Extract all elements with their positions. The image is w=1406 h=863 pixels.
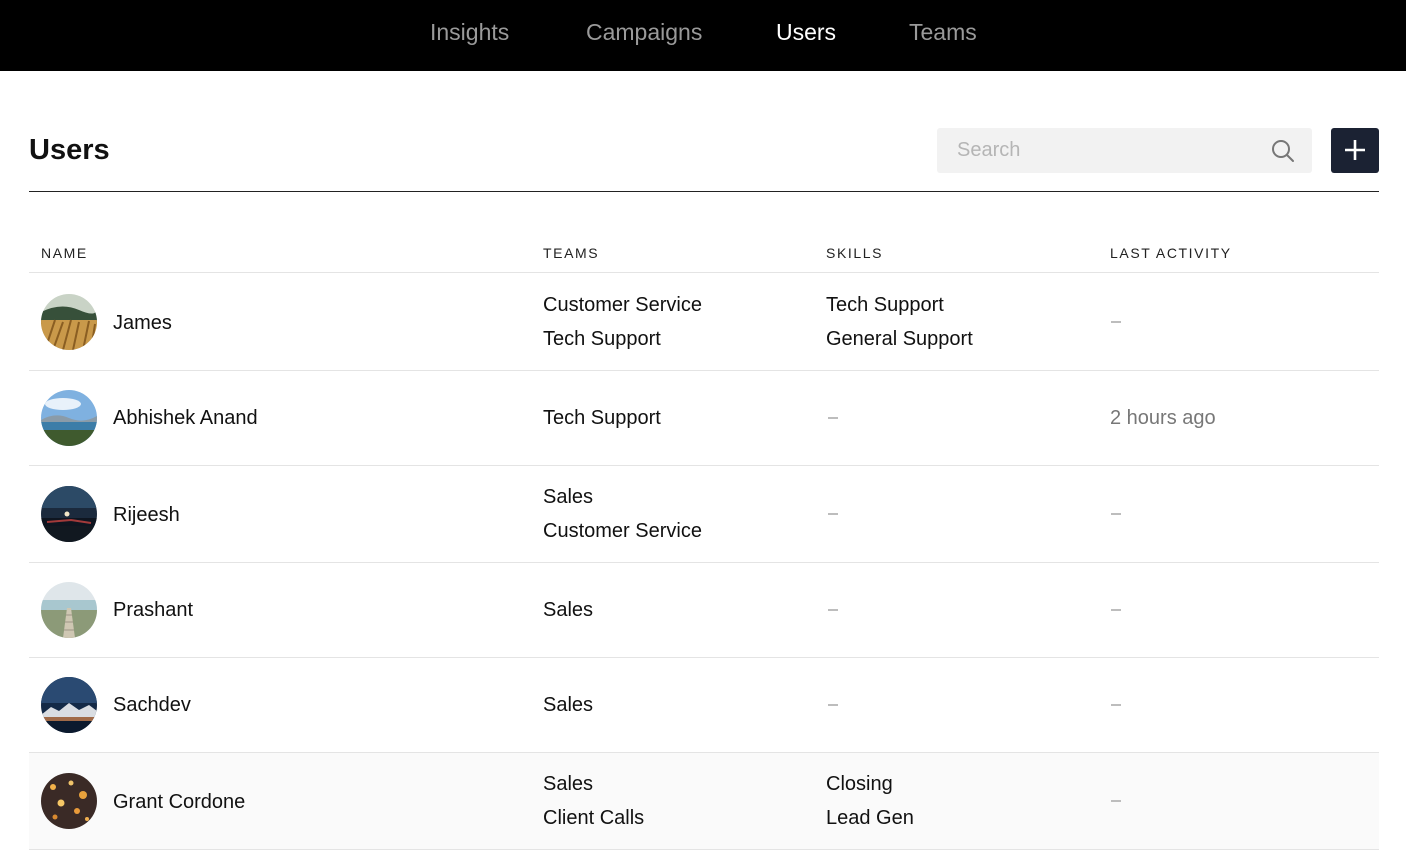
- page-title: Users: [29, 134, 110, 166]
- column-header-skills: SKILLS: [826, 245, 884, 261]
- team-tag: Sales: [543, 694, 594, 716]
- avatar: [41, 294, 97, 350]
- team-tag: Sales: [543, 486, 594, 508]
- skill-tag: Lead Gen: [826, 807, 914, 829]
- column-header-name: NAME: [41, 245, 88, 261]
- team-tag: Customer Service: [543, 294, 702, 316]
- nav-teams[interactable]: Teams: [909, 0, 977, 71]
- table-row[interactable]: Rijeesh Sales Customer Service: [29, 466, 1379, 563]
- empty-activity-dash: [1111, 609, 1121, 611]
- table-row[interactable]: Grant Cordone Sales Client Calls Closing…: [29, 753, 1379, 850]
- team-tag: Customer Service: [543, 520, 702, 542]
- add-user-button[interactable]: [1331, 128, 1379, 173]
- empty-skills-dash: [828, 609, 838, 611]
- user-name: Prashant: [113, 599, 194, 621]
- empty-activity-dash: [1111, 321, 1121, 323]
- avatar: [41, 486, 97, 542]
- user-name: Abhishek Anand: [113, 407, 258, 429]
- search-input[interactable]: [937, 128, 1257, 173]
- empty-activity-dash: [1111, 800, 1121, 802]
- teams-cell: Tech Support: [543, 401, 661, 435]
- empty-activity-dash: [1111, 513, 1121, 515]
- empty-skills-dash: [828, 417, 838, 419]
- teams-cell: Customer Service Tech Support: [543, 288, 702, 356]
- nav-insights[interactable]: Insights: [430, 0, 509, 71]
- avatar: [41, 773, 97, 829]
- nav-users[interactable]: Users: [776, 0, 836, 71]
- teams-cell: Sales: [543, 593, 593, 627]
- search-box[interactable]: [937, 128, 1312, 173]
- user-name: Rijeesh: [113, 504, 180, 526]
- skill-tag: Closing: [826, 773, 893, 795]
- top-navigation: Insights Campaigns Users Teams: [0, 0, 1406, 71]
- skill-tag: Tech Support: [826, 294, 944, 316]
- avatar: [41, 390, 97, 446]
- header-divider: [29, 191, 1379, 192]
- table-row[interactable]: Abhishek Anand Tech Support 2 hours ago: [29, 371, 1379, 466]
- search-icon[interactable]: [1270, 138, 1296, 164]
- skill-tag: General Support: [826, 328, 973, 350]
- table-row[interactable]: Prashant Sales: [29, 563, 1379, 658]
- user-name: Grant Cordone: [113, 791, 246, 813]
- table-row[interactable]: James Customer Service Tech Support Tech…: [29, 273, 1379, 371]
- teams-cell: Sales Customer Service: [543, 480, 702, 548]
- avatar: [41, 582, 97, 638]
- column-header-teams: TEAMS: [543, 245, 600, 261]
- empty-activity-dash: [1111, 704, 1121, 706]
- team-tag: Tech Support: [543, 328, 661, 350]
- empty-skills-dash: [828, 704, 838, 706]
- column-header-last-activity: LAST ACTIVITY: [1110, 245, 1232, 261]
- avatar: [41, 677, 97, 733]
- user-name: James: [113, 312, 172, 334]
- team-tag: Client Calls: [543, 807, 645, 829]
- teams-cell: Sales Client Calls: [543, 767, 644, 835]
- skills-cell: Tech Support General Support: [826, 288, 973, 356]
- skills-cell: Closing Lead Gen: [826, 767, 914, 835]
- teams-cell: Sales: [543, 688, 593, 722]
- table-row[interactable]: Sachdev Sales: [29, 658, 1379, 753]
- last-activity: 2 hours ago: [1110, 407, 1216, 429]
- plus-icon: [1345, 140, 1365, 160]
- user-name: Sachdev: [113, 694, 191, 716]
- team-tag: Sales: [543, 599, 594, 621]
- team-tag: Sales: [543, 773, 594, 795]
- nav-campaigns[interactable]: Campaigns: [586, 0, 702, 71]
- team-tag: Tech Support: [543, 407, 661, 429]
- empty-skills-dash: [828, 513, 838, 515]
